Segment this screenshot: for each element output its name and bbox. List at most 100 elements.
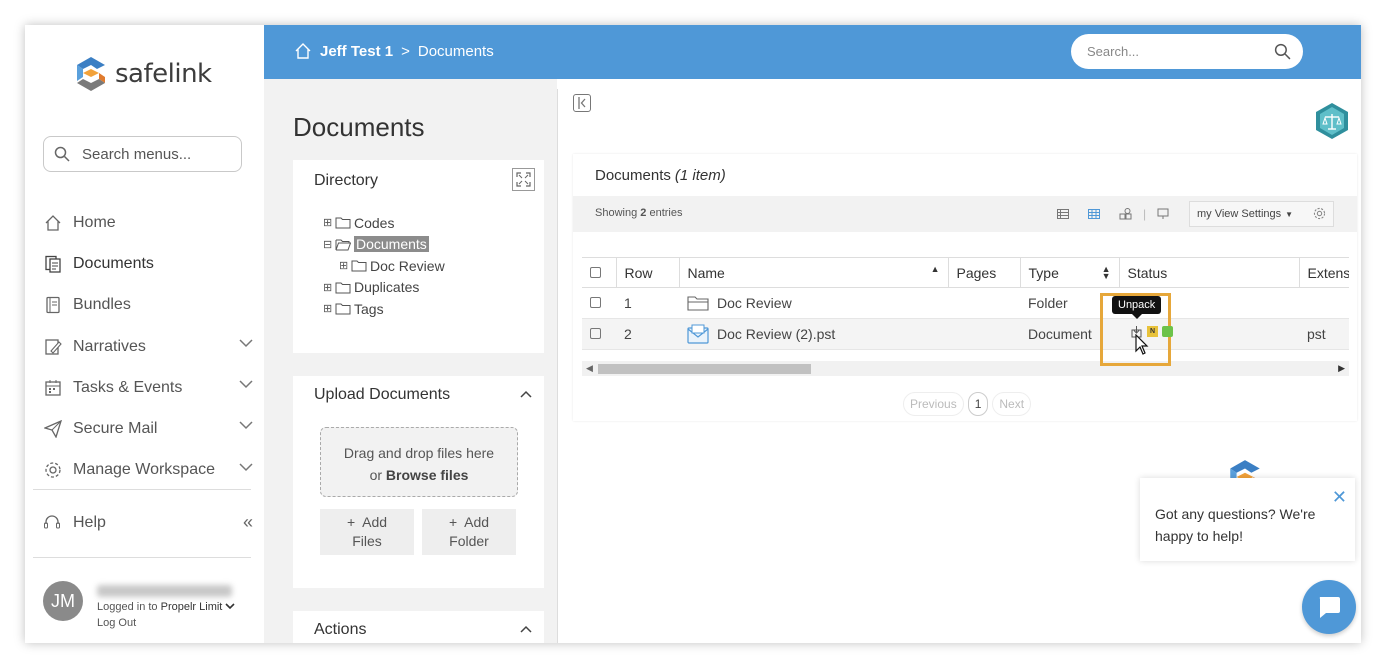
grid-view-icon[interactable]: [1088, 209, 1100, 219]
collapse-pane-icon[interactable]: [573, 94, 591, 112]
logout-link[interactable]: Log Out: [97, 617, 136, 629]
global-search-input[interactable]: Search...: [1071, 34, 1303, 69]
sidebar-item-label: Home: [73, 213, 116, 231]
workspace-selector[interactable]: Logged in to Propelr Limit: [97, 601, 236, 613]
documents-table-card: Documents (1 item) Showing 2 entries | m…: [573, 154, 1357, 421]
avatar[interactable]: JM: [43, 581, 83, 621]
thumbnail-view-icon[interactable]: [1119, 208, 1132, 220]
search-icon: [54, 146, 70, 162]
sidebar-item-bundles[interactable]: Bundles: [43, 285, 253, 326]
upload-header[interactable]: Upload Documents: [293, 376, 544, 414]
sidebar-item-home[interactable]: Home: [43, 202, 253, 243]
add-folder-button[interactable]: + Add Folder: [422, 509, 516, 555]
tree-node-doc-review[interactable]: ⊞ Doc Review: [323, 255, 544, 277]
chevron-down-icon[interactable]: [239, 420, 253, 430]
drop-hint: Drag and drop files here: [343, 445, 495, 461]
column-header-name[interactable]: Name ▲: [679, 257, 949, 288]
add-files-button[interactable]: + Add Files: [320, 509, 414, 555]
sidebar-item-tasks-events[interactable]: Tasks & Events: [43, 367, 253, 408]
sidebar-item-manage-workspace[interactable]: Manage Workspace: [43, 450, 253, 491]
folder-icon: [335, 303, 351, 315]
row-name-cell[interactable]: Doc Review: [679, 287, 948, 319]
actions-header[interactable]: Actions: [293, 611, 544, 643]
collapse-sidebar-icon[interactable]: «: [243, 512, 253, 533]
row-name[interactable]: Doc Review: [717, 295, 792, 311]
column-header-type[interactable]: Type ▲ ▼: [1020, 257, 1120, 288]
previous-page-button[interactable]: Previous: [903, 392, 964, 416]
breadcrumb-root[interactable]: Jeff Test 1: [320, 43, 393, 60]
row-pages: [948, 318, 1020, 350]
list-view-icon[interactable]: [1057, 209, 1069, 219]
expand-toggle-icon[interactable]: ⊞: [323, 216, 332, 229]
column-header-extension[interactable]: Extens: [1299, 257, 1349, 288]
expand-toggle-icon[interactable]: ⊞: [339, 259, 348, 272]
scrollbar-thumb[interactable]: [598, 364, 811, 374]
column-header-pages[interactable]: Pages: [948, 257, 1021, 288]
chevron-up-icon[interactable]: [520, 390, 532, 398]
directory-header: Directory: [293, 160, 544, 202]
column-header-row[interactable]: Row: [616, 257, 680, 288]
gear-icon[interactable]: [1313, 207, 1326, 220]
column-header-status[interactable]: Status: [1119, 257, 1300, 288]
showing-count: 2: [640, 207, 647, 219]
sidebar-item-secure-mail[interactable]: Secure Mail: [43, 408, 253, 449]
brand-logo[interactable]: safelink: [73, 55, 212, 93]
tree-node-documents[interactable]: ⊟ Documents: [323, 234, 544, 256]
headset-icon: [43, 514, 63, 532]
sidebar-divider: [33, 557, 251, 558]
select-all-checkbox[interactable]: [590, 266, 601, 278]
scroll-left-icon[interactable]: ◀: [586, 363, 593, 374]
table-row[interactable]: 2 Doc Review (2).pst Document pst: [582, 318, 1349, 350]
presentation-view-icon[interactable]: [1157, 208, 1169, 220]
documents-table: Row Name ▲ Pages Type ▲▼ Status Extens: [582, 257, 1349, 350]
chat-button[interactable]: [1302, 580, 1356, 634]
expand-toggle-icon[interactable]: ⊞: [323, 281, 332, 294]
breadcrumb-separator: >: [401, 42, 410, 60]
browse-files-link[interactable]: Browse files: [386, 467, 468, 483]
chevron-down-icon[interactable]: [239, 379, 253, 389]
collapse-toggle-icon[interactable]: ⊟: [323, 238, 332, 251]
chat-bubble-icon: [1319, 597, 1340, 618]
pagination: Previous 1 Next: [903, 392, 1032, 416]
expand-toggle-icon[interactable]: ⊞: [323, 302, 332, 315]
row-checkbox[interactable]: [590, 297, 601, 308]
search-placeholder: Search...: [1087, 44, 1140, 59]
sidebar-item-documents[interactable]: Documents: [43, 243, 253, 284]
table-row[interactable]: 1 Doc Review Folder: [582, 287, 1349, 319]
tree-node-tags[interactable]: ⊞ Tags: [323, 298, 544, 320]
tree-node-duplicates[interactable]: ⊞ Duplicates: [323, 277, 544, 299]
drop-or: or: [369, 467, 383, 483]
add-files-label-2: Files: [352, 533, 382, 549]
tree-node-codes[interactable]: ⊞ Codes: [323, 212, 544, 234]
search-icon[interactable]: [1274, 43, 1291, 60]
sort-ascending-icon[interactable]: ▲: [931, 265, 940, 274]
sort-icon[interactable]: ▲ ▼: [1102, 265, 1111, 281]
next-page-button[interactable]: Next: [992, 392, 1032, 416]
scroll-right-icon[interactable]: ▶: [1338, 363, 1345, 374]
view-settings-dropdown[interactable]: my View Settings ▼: [1189, 201, 1334, 227]
home-icon[interactable]: [294, 42, 312, 60]
row-checkbox[interactable]: [590, 328, 601, 339]
close-icon[interactable]: ✕: [1332, 486, 1347, 508]
file-drop-zone[interactable]: Drag and drop files here or Browse files: [320, 427, 518, 497]
sidebar-item-help[interactable]: Help «: [43, 510, 253, 536]
chevron-down-icon[interactable]: [239, 462, 253, 472]
expand-icon[interactable]: [512, 168, 535, 191]
chevron-up-icon[interactable]: [520, 625, 532, 633]
documents-count: (1 item): [674, 166, 726, 184]
documents-icon: [43, 254, 63, 274]
page-1-button[interactable]: 1: [967, 392, 989, 416]
upload-card: Upload Documents Drag and drop files her…: [293, 376, 544, 588]
row-name-cell[interactable]: Doc Review (2).pst: [679, 318, 948, 350]
menu-search-input[interactable]: Search menus...: [43, 136, 242, 172]
sidebar-item-label: Secure Mail: [73, 420, 158, 438]
sidebar-item-narratives[interactable]: Narratives: [43, 326, 253, 367]
narratives-icon: [43, 337, 63, 357]
scales-of-justice-icon[interactable]: [1315, 102, 1349, 140]
directory-tree: ⊞ Codes ⊟ Documents ⊞ Doc Review ⊞ Dupli…: [293, 202, 544, 320]
row-name[interactable]: Doc Review (2).pst: [717, 326, 835, 342]
documents-card-header: Documents (1 item): [573, 154, 1357, 196]
upload-buttons: + Add Files + Add Folder: [320, 509, 544, 555]
chevron-down-icon[interactable]: [239, 338, 253, 348]
horizontal-scrollbar[interactable]: ◀ ▶: [582, 361, 1349, 376]
